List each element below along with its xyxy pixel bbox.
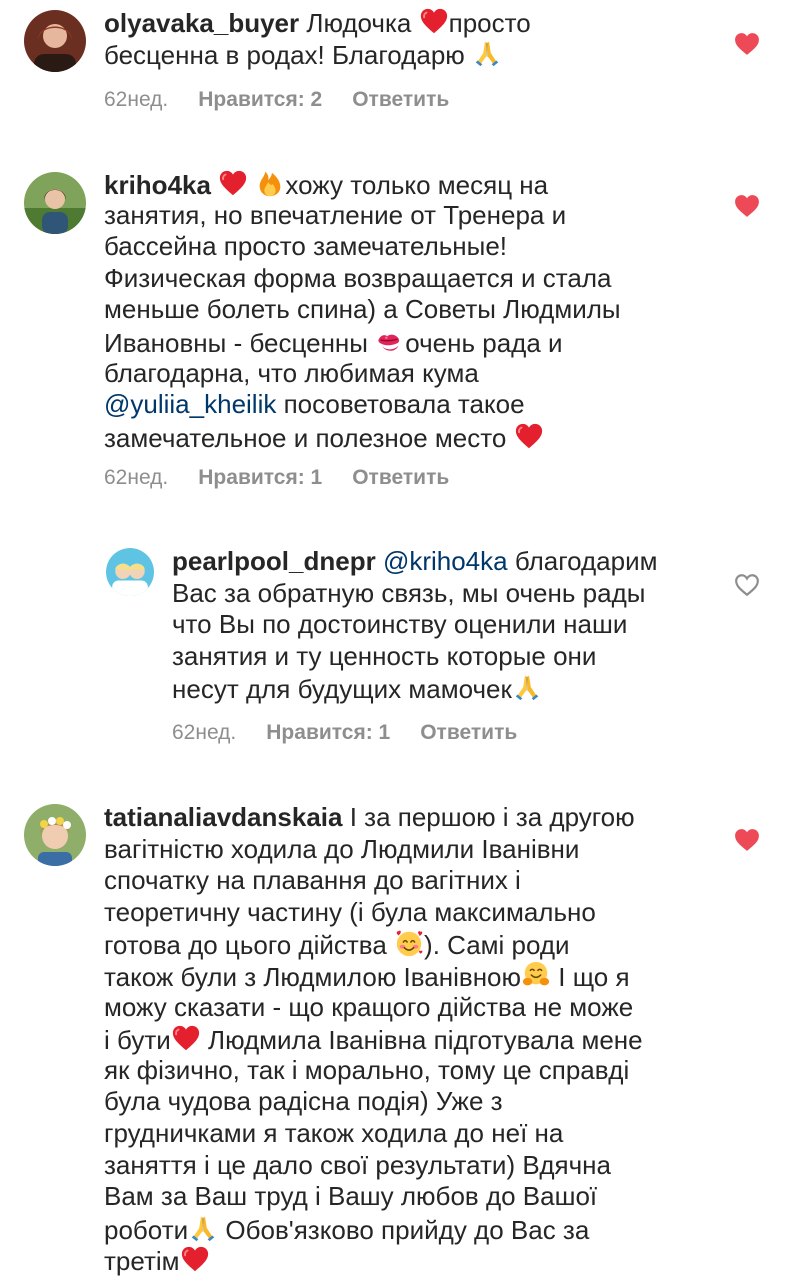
comment-text-segment: також були з Людмилою Іванівною <box>104 961 522 992</box>
comment-text-line: Физическая форма возвращается и стала <box>104 262 612 293</box>
likes-count-link[interactable]: Нравится: 1 <box>198 466 322 489</box>
comment-text-line: занятия, но впечатление от Тренера и <box>104 199 567 230</box>
avatar[interactable] <box>106 548 154 596</box>
kiss-mark-emoji <box>375 326 405 356</box>
comment-text-segment: ). Самі роди <box>424 930 570 961</box>
likes-count-link[interactable]: Нравится: 1 <box>266 721 390 744</box>
comment-text-line: меньше болеть спина) а Советы Людмилы <box>104 294 621 325</box>
reply-button[interactable]: Ответить <box>352 466 449 489</box>
pray-emoji <box>512 672 542 702</box>
comment-time: 62нед. <box>104 466 169 489</box>
avatar[interactable] <box>24 804 86 866</box>
like-heart-icon[interactable] <box>734 828 760 852</box>
comment-username[interactable]: tatianaliavdanskaia <box>104 802 342 832</box>
pray-emoji <box>188 1213 218 1243</box>
comment-text-segment: готова до цього дійства <box>104 930 387 961</box>
comment-text-line: як фізично, так і морально, тому це спра… <box>104 1054 630 1085</box>
heart-emoji <box>218 168 248 198</box>
comment-text: tatianaliavdanskaia І за першою і за дру… <box>104 802 643 1276</box>
comment-meta: 62нед. Нравится: 1 Ответить <box>172 721 547 745</box>
likes-count-link[interactable]: Нравится: 2 <box>198 88 322 111</box>
comment-username[interactable]: pearlpool_dnepr <box>172 546 376 576</box>
comment-text-segment: І що я <box>558 961 630 992</box>
heart-emoji <box>419 6 449 36</box>
comment-text-segment: Ивановны - бесценны <box>104 327 368 358</box>
avatar[interactable] <box>24 172 86 234</box>
hugging-emoji <box>521 960 551 990</box>
comment-text-segment: Людмила Іванівна підготувала мене <box>208 1025 643 1056</box>
comment-time: 62нед. <box>172 721 237 744</box>
comment-meta: 62нед. Нравится: 2 Ответить <box>104 88 479 112</box>
comment-text-line: что Вы по достоинству оценили наши <box>172 609 628 640</box>
comment-text-line: спочатку на плавання до вагітних і <box>104 865 521 896</box>
like-heart-outline-icon[interactable] <box>734 573 760 597</box>
comment-text-segment: замечательное и полезное место <box>104 422 507 453</box>
comment-text-segment: і бути <box>104 1025 171 1056</box>
comment-text-line: теоретичну частину (і була максимально <box>104 896 596 927</box>
reply-button[interactable]: Ответить <box>420 721 517 744</box>
comment-text-line: Вам за Ваш труд і Вашу любов до Вашої <box>104 1181 598 1212</box>
heart-emoji <box>180 1244 210 1274</box>
comment-username[interactable]: olyavaka_buyer <box>104 8 299 38</box>
comment-text: olyavaka_buyer Людочка просто бесценна в… <box>104 6 531 70</box>
comment-text-segment: посоветовала такое <box>283 389 525 420</box>
smiling-hearts-emoji <box>394 928 424 958</box>
heart-emoji <box>171 1023 201 1053</box>
comment-text-segment: третім <box>104 1246 180 1277</box>
comment-text-line: була чудова радісна подія) Уже з <box>104 1086 503 1117</box>
avatar[interactable] <box>24 10 86 72</box>
comment-text: kriho4ka хожу только месяц на занятия, н… <box>104 168 621 453</box>
like-heart-icon[interactable] <box>734 32 760 56</box>
comment-text-segment: благодарим <box>514 546 658 576</box>
comment-text-line: бассейна просто замечательные! <box>104 231 508 262</box>
comment-text-line: Вас за обратную связь, мы очень рады <box>172 577 646 608</box>
comment-text-line: вагітністю ходила до Людмили Іванівни <box>104 833 580 864</box>
comment-meta: 62нед. Нравится: 1 Ответить <box>104 466 479 490</box>
like-heart-icon[interactable] <box>734 194 760 218</box>
heart-emoji <box>514 421 544 451</box>
comment-text: pearlpool_dnepr @kriho4ka благодарим Вас… <box>172 546 658 704</box>
comment-text-segment: Людочка <box>306 8 412 38</box>
comment-text-segment: очень рада и <box>405 327 563 358</box>
mention-link[interactable]: @yuliia_kheilik <box>104 389 276 419</box>
comment-text-segment: хожу только месяц на <box>285 170 549 200</box>
comment-text-line: грудничками я також ходила до неї на <box>104 1117 564 1148</box>
comment-text-segment: Обов'язково прийду до Вас за <box>225 1214 590 1245</box>
comment-text-segment: роботи <box>104 1214 189 1245</box>
comment-time: 62нед. <box>104 88 169 111</box>
comment-text-segment: бесценна в родах! Благодарю <box>104 39 465 70</box>
pray-emoji <box>472 38 502 68</box>
comment-text-line: благодарна, что любимая кума <box>104 357 479 388</box>
reply-button[interactable]: Ответить <box>352 88 449 111</box>
comment-text-line: занятия и ту ценность которые они <box>172 640 597 671</box>
comment-text-segment: І за першою і за другою <box>349 802 635 832</box>
comment-text-segment: несут для будущих мамочек <box>172 674 512 705</box>
comment-text-line: заняття і це дало свої результати) Вдячн… <box>104 1149 611 1180</box>
mention-link[interactable]: @kriho4ka <box>383 546 508 576</box>
fire-emoji <box>255 168 285 198</box>
comment-username[interactable]: kriho4ka <box>104 170 211 200</box>
comment-text-line: можу сказати - що кращого дійства не мож… <box>104 991 634 1022</box>
comment-text-segment: просто <box>448 8 531 38</box>
